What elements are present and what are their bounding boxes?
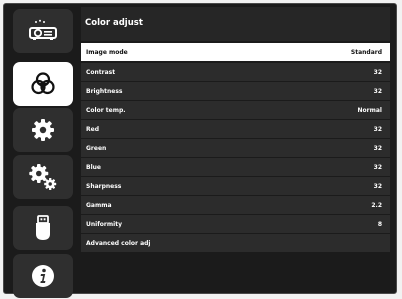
menu-item-value: 32: [373, 182, 382, 190]
menu-item-blue[interactable]: Blue 32: [81, 158, 390, 176]
menu-item-label: Blue: [86, 163, 101, 171]
menu-item-value: 32: [373, 144, 382, 152]
menu-item-sharpness[interactable]: Sharpness 32: [81, 177, 390, 195]
menu-item-uniformity[interactable]: Uniformity 8: [81, 215, 390, 233]
menu-item-value: 32: [373, 87, 382, 95]
menu-item-label: Brightness: [86, 87, 123, 95]
advanced-gear-icon: [28, 163, 58, 191]
menu-item-contrast[interactable]: Contrast 32: [81, 63, 390, 81]
menu-item-label: Contrast: [86, 68, 116, 76]
sidebar-item-usb[interactable]: [13, 206, 73, 250]
menu-item-label: Sharpness: [86, 182, 122, 190]
menu-item-gamma[interactable]: Gamma 2.2: [81, 196, 390, 214]
menu-item-label: Image mode: [86, 48, 128, 56]
sidebar-item-advanced-settings[interactable]: [13, 155, 73, 199]
menu-item-red[interactable]: Red 32: [81, 120, 390, 138]
menu-item-brightness[interactable]: Brightness 32: [81, 82, 390, 100]
menu-item-label: Uniformity: [86, 220, 122, 228]
menu-item-value: 32: [373, 163, 382, 171]
usb-icon: [34, 215, 52, 241]
gear-icon: [31, 118, 55, 142]
menu-item-label: Color temp.: [86, 106, 126, 114]
sidebar: [13, 7, 75, 298]
sidebar-item-projector[interactable]: [13, 9, 73, 53]
menu-item-value: 32: [373, 125, 382, 133]
menu-item-green[interactable]: Green 32: [81, 139, 390, 157]
menu-item-label: Gamma: [86, 201, 112, 209]
page-title: Color adjust: [85, 18, 143, 28]
info-icon: [31, 264, 55, 288]
menu-item-value: Standard: [350, 48, 382, 56]
menu-panel: Color adjust Image mode Standard Contras…: [81, 7, 390, 290]
color-palette-icon: [30, 71, 56, 97]
menu-item-color-temp[interactable]: Color temp. Normal: [81, 101, 390, 119]
menu-item-label: Green: [86, 144, 107, 152]
menu-item-label: Advanced color adj: [86, 239, 151, 247]
menu-item-label: Red: [86, 125, 99, 133]
osd-window: Color adjust Image mode Standard Contras…: [3, 3, 397, 298]
projector-icon: [27, 19, 59, 43]
menu-item-value: 2.2: [371, 201, 382, 209]
sidebar-item-info[interactable]: [13, 254, 73, 298]
menu-item-value: 8: [377, 220, 382, 228]
menu-item-value: 32: [373, 68, 382, 76]
sidebar-item-color[interactable]: [13, 62, 73, 106]
menu-header: Color adjust: [81, 7, 390, 41]
menu-item-value: Normal: [357, 106, 382, 114]
menu-item-advanced-color-adj[interactable]: Advanced color adj: [81, 234, 390, 252]
sidebar-item-settings[interactable]: [13, 108, 73, 152]
menu-item-image-mode[interactable]: Image mode Standard: [81, 43, 390, 61]
